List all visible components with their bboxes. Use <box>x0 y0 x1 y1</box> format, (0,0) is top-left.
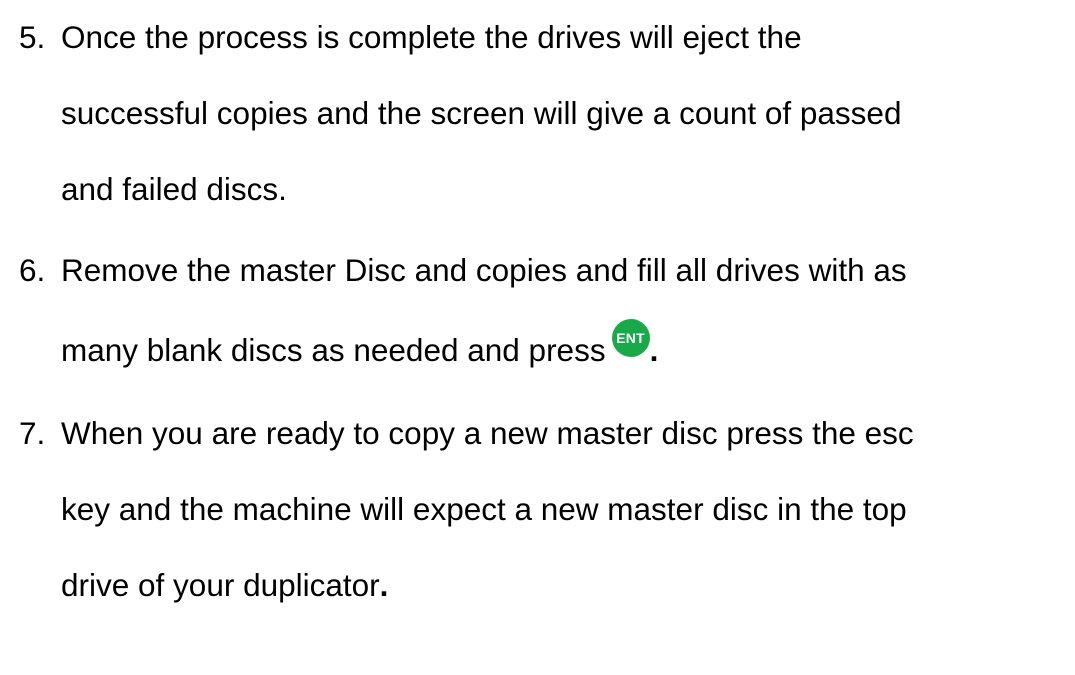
step-text-line: and failed discs. <box>61 171 287 207</box>
step-text-line: Once the process is complete the drives … <box>61 19 802 55</box>
step-text-line: successful copies and the screen will gi… <box>61 95 902 131</box>
step-text-line: When you are ready to copy a new master … <box>61 415 914 451</box>
sentence-period: . <box>379 567 389 603</box>
step-number: 5. <box>19 19 46 55</box>
step-text: many blank discs as needed and press <box>61 332 606 368</box>
step-text-line: key and the machine will expect a new ma… <box>61 491 907 527</box>
step-number: 7. <box>19 415 46 451</box>
step-number: 6. <box>19 252 46 288</box>
step-5: 5. Once the process is complete the driv… <box>0 0 1075 227</box>
instruction-steps: 5. Once the process is complete the driv… <box>0 0 1075 623</box>
step-text-line: Remove the master Disc and copies and fi… <box>61 252 907 288</box>
sentence-period: . <box>649 332 659 368</box>
step-7: 7. When you are ready to copy a new mast… <box>0 395 1075 623</box>
step-text-line-final: drive of your duplicator. <box>61 547 1075 623</box>
ent-key-icon: ENT <box>611 319 650 357</box>
step-text: drive of your duplicator <box>61 567 380 603</box>
step-text-line-with-key: many blank discs as needed and press ENT. <box>61 312 1075 392</box>
step-6: 6. Remove the master Disc and copies and… <box>0 232 1075 392</box>
